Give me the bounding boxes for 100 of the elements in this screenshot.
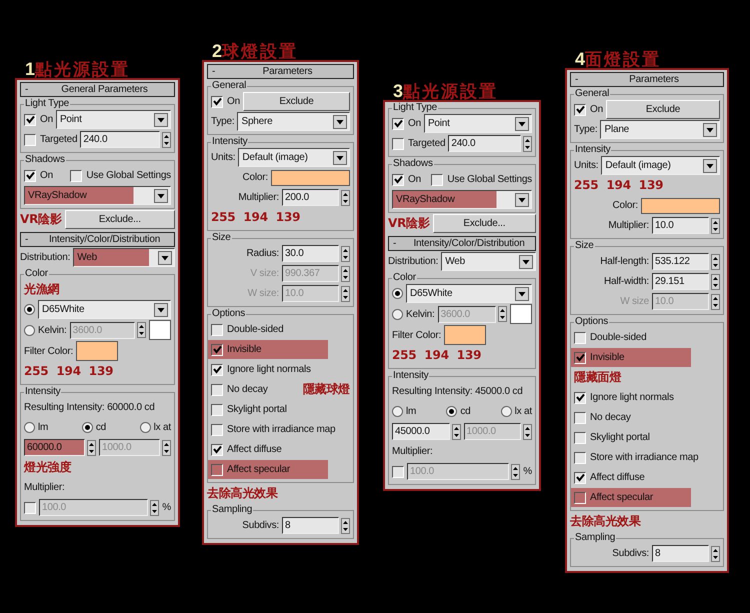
checkbox-label[interactable]: On: [40, 112, 53, 127]
checkbox-label[interactable]: Invisible: [227, 342, 262, 357]
number-field[interactable]: 200.0: [282, 189, 339, 206]
spinner-arrows-icon[interactable]: [87, 440, 96, 456]
checkbox[interactable]: [24, 170, 36, 182]
checkbox-label[interactable]: Double-sided: [227, 322, 284, 337]
checkbox-label[interactable]: Targeted: [408, 136, 446, 151]
number-field[interactable]: 45000.0: [392, 423, 450, 440]
checkbox-label[interactable]: Invisible: [590, 350, 624, 365]
number-field[interactable]: 535.122: [652, 253, 709, 270]
checkbox-label[interactable]: Double-sided: [590, 330, 647, 345]
checkbox[interactable]: [392, 466, 404, 478]
checkbox[interactable]: [574, 432, 586, 444]
checkbox[interactable]: [392, 174, 404, 186]
dropdown[interactable]: Sphere: [237, 112, 350, 131]
dropdown[interactable]: D65White: [38, 300, 171, 319]
spinner-arrows-icon[interactable]: [341, 266, 350, 282]
checkbox-label[interactable]: Skylight portal: [590, 430, 650, 445]
checkbox-label[interactable]: On: [408, 116, 421, 131]
checkbox[interactable]: [24, 114, 36, 126]
radio-button[interactable]: [24, 324, 35, 336]
spinner-arrows-icon[interactable]: [711, 218, 720, 234]
rollout-header[interactable]: - Intensity/Color/Distribution: [388, 236, 536, 251]
checkbox[interactable]: [574, 392, 586, 404]
checkbox[interactable]: [211, 344, 223, 356]
checkbox-label[interactable]: No decay: [227, 382, 268, 397]
checkbox[interactable]: [211, 444, 223, 456]
radio-button[interactable]: [392, 308, 403, 320]
checkbox-label[interactable]: Use Global Settings: [86, 168, 171, 183]
checkbox-label[interactable]: Use Global Settings: [447, 172, 532, 187]
color-swatch[interactable]: [76, 341, 118, 361]
spinner-arrows-icon[interactable]: [511, 464, 520, 480]
checkbox[interactable]: [211, 364, 223, 376]
spinner-arrows-icon[interactable]: [498, 306, 507, 322]
checkbox[interactable]: [211, 324, 223, 336]
checkbox[interactable]: [431, 174, 444, 186]
number-field[interactable]: 30.0: [282, 245, 339, 262]
dropdown[interactable]: VRayShadow: [392, 190, 532, 209]
checkbox-label[interactable]: Affect specular: [590, 490, 653, 505]
radio-label[interactable]: cd: [96, 420, 106, 435]
checkbox[interactable]: [392, 138, 404, 150]
radio-button[interactable]: [140, 422, 151, 433]
dropdown[interactable]: Plane: [600, 120, 720, 139]
dropdown[interactable]: D65White: [406, 284, 532, 303]
checkbox-label[interactable]: On: [40, 168, 53, 183]
checkbox-label[interactable]: Targeted: [40, 132, 78, 147]
checkbox[interactable]: [24, 502, 36, 514]
checkbox-label[interactable]: Store with irradiance map: [590, 450, 698, 465]
spinner-arrows-icon[interactable]: [523, 136, 532, 152]
checkbox[interactable]: [574, 352, 586, 364]
checkbox[interactable]: [70, 170, 82, 182]
number-field[interactable]: 10.0: [652, 217, 709, 234]
spinner-arrows-icon[interactable]: [711, 274, 720, 290]
dropdown[interactable]: Default (image): [601, 156, 720, 175]
rollout-header[interactable]: - General Parameters: [20, 82, 175, 97]
checkbox[interactable]: [574, 472, 586, 484]
color-swatch[interactable]: [641, 198, 720, 214]
number-field[interactable]: 8: [652, 545, 709, 562]
rollout-header[interactable]: - Parameters: [570, 72, 724, 87]
radio-button[interactable]: [392, 406, 403, 417]
spinner-arrows-icon[interactable]: [711, 546, 720, 562]
rollout-header[interactable]: - Intensity/Color/Distribution: [20, 232, 175, 247]
number-field[interactable]: 8: [282, 517, 339, 534]
checkbox-label[interactable]: Affect diffuse: [227, 442, 282, 457]
checkbox-label[interactable]: On: [590, 102, 603, 117]
checkbox-label[interactable]: No decay: [590, 410, 631, 425]
dropdown[interactable]: Web: [441, 252, 536, 271]
checkbox[interactable]: [211, 404, 223, 416]
exclude-button[interactable]: Exclude...: [432, 214, 536, 233]
spinner-arrows-icon[interactable]: [341, 190, 350, 206]
number-field[interactable]: 240.0: [448, 135, 521, 152]
spinner-arrows-icon[interactable]: [162, 440, 171, 456]
checkbox-label[interactable]: On: [408, 172, 421, 187]
radio-label[interactable]: Kelvin:: [406, 306, 435, 322]
radio-label[interactable]: lm: [38, 420, 48, 435]
spinner-arrows-icon[interactable]: [137, 322, 146, 338]
radio-button[interactable]: [24, 304, 35, 315]
exclude-button[interactable]: Exclude: [606, 100, 720, 119]
exclude-button[interactable]: Exclude...: [64, 210, 175, 229]
spinner-arrows-icon[interactable]: [452, 424, 460, 440]
checkbox[interactable]: [574, 492, 586, 504]
color-swatch[interactable]: [149, 320, 171, 340]
checkbox-label[interactable]: Ignore light normals: [227, 362, 311, 377]
radio-label[interactable]: lm: [406, 404, 416, 419]
radio-button[interactable]: [24, 422, 35, 433]
dropdown[interactable]: Point: [424, 114, 532, 133]
color-swatch[interactable]: [271, 170, 350, 186]
spinner-arrows-icon[interactable]: [341, 246, 350, 262]
checkbox[interactable]: [574, 412, 586, 424]
spinner-arrows-icon[interactable]: [711, 294, 720, 310]
dropdown[interactable]: Default (image): [238, 148, 350, 167]
number-field[interactable]: 60000.0: [24, 439, 85, 456]
dropdown[interactable]: VRayShadow: [24, 186, 171, 205]
color-swatch[interactable]: [444, 325, 486, 345]
exclude-button[interactable]: Exclude: [242, 92, 350, 111]
radio-button[interactable]: [82, 422, 93, 433]
radio-button[interactable]: [392, 288, 403, 299]
checkbox[interactable]: [574, 104, 586, 116]
number-field[interactable]: 240.0: [80, 131, 160, 148]
spinner-arrows-icon[interactable]: [523, 424, 532, 440]
